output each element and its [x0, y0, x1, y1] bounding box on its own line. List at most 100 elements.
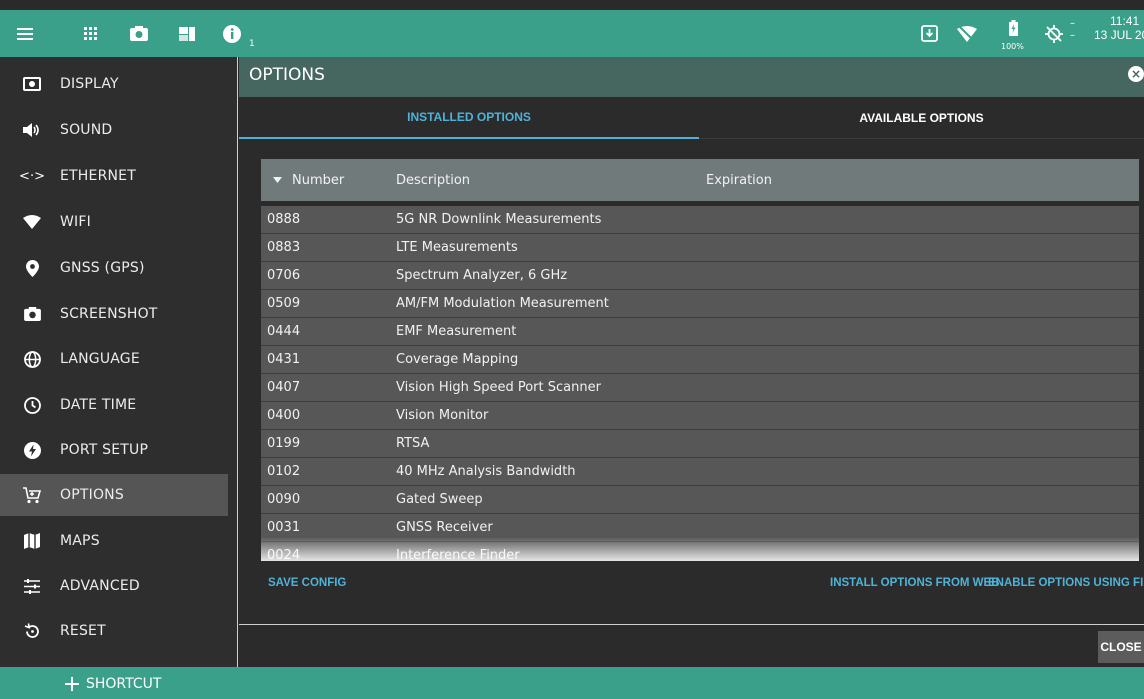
clock-icon [22, 395, 42, 415]
option-number: 0024 [267, 548, 301, 561]
status-bar: 1 100% – – 11:41 13 JUL 20 [0, 0, 1144, 57]
date-text: 13 JUL 20 [1094, 28, 1144, 42]
apps-grid-icon[interactable] [80, 10, 102, 57]
sidebar-item-language[interactable]: LANGUAGE [0, 338, 228, 380]
table-row[interactable]: 0431 Coverage Mapping [261, 346, 1139, 374]
table-row[interactable]: 0883 LTE Measurements [261, 234, 1139, 262]
ethernet-icon: <·> [19, 168, 45, 184]
bottom-bar [0, 667, 1144, 699]
settings-sidebar: DISPLAY SOUND <·> ETHERNET WIFI GNSS (GP… [0, 57, 238, 667]
wifi-icon [22, 212, 42, 232]
option-description: RTSA [396, 436, 430, 451]
option-number: 0431 [267, 352, 301, 367]
page-title: OPTIONS [249, 65, 325, 85]
battery-percent: 100% [1001, 42, 1024, 51]
table-body: 0888 5G NR Downlink Measurements 0883 LTE … [261, 206, 1139, 561]
layout-icon[interactable] [176, 10, 198, 57]
add-shortcut-button[interactable]: SHORTCUT [64, 671, 161, 697]
option-description: Interference Finder [396, 548, 520, 561]
sidebar-item-label: RESET [60, 623, 106, 639]
wifi-off-icon [955, 10, 979, 57]
sidebar-item-label: GNSS (GPS) [60, 260, 145, 276]
option-description: 40 MHz Analysis Bandwidth [396, 464, 576, 479]
table-row[interactable]: 0706 Spectrum Analyzer, 6 GHz [261, 262, 1139, 290]
option-description: AM/FM Modulation Measurement [396, 296, 609, 311]
menu-icon[interactable] [14, 10, 36, 57]
sidebar-item-gnss[interactable]: GNSS (GPS) [0, 247, 228, 289]
save-config-link[interactable]: SAVE CONFIG [268, 577, 346, 589]
option-number: 0888 [267, 212, 301, 227]
tab-available-options[interactable]: AVAILABLE OPTIONS [699, 97, 1144, 139]
column-header-label: Number [292, 172, 345, 188]
gps-status-dashes: – – [1070, 18, 1075, 41]
sidebar-item-advanced[interactable]: ADVANCED [0, 565, 228, 607]
close-button[interactable]: CLOSE [1098, 631, 1144, 663]
speaker-icon [22, 120, 42, 140]
location-pin-icon [22, 258, 42, 278]
column-header-number[interactable]: Number [273, 159, 344, 201]
download-icon[interactable] [918, 10, 940, 57]
option-number: 0102 [267, 464, 301, 479]
sidebar-item-sound[interactable]: SOUND [0, 109, 228, 151]
plus-icon [64, 676, 80, 692]
close-icon[interactable]: × [1128, 66, 1144, 82]
sidebar-item-label: DATE TIME [60, 397, 137, 413]
time-text: 11:41 [1110, 14, 1140, 28]
table-row[interactable]: 0024 Interference Finder [261, 542, 1139, 561]
bolt-icon [22, 440, 42, 460]
option-description: 5G NR Downlink Measurements [396, 212, 602, 227]
sidebar-item-label: DISPLAY [60, 76, 119, 92]
table-row[interactable]: 0031 GNSS Receiver [261, 514, 1139, 542]
enable-options-using-file-link[interactable]: ENABLE OPTIONS USING FILE [988, 577, 1144, 589]
option-description: Vision Monitor [396, 408, 489, 423]
sidebar-item-display[interactable]: DISPLAY [0, 63, 228, 105]
option-description: EMF Measurement [396, 324, 517, 339]
notification-count: 1 [249, 39, 255, 49]
sidebar-item-options[interactable]: OPTIONS [0, 474, 228, 516]
option-description: Coverage Mapping [396, 352, 519, 367]
panel-divider [239, 624, 1144, 625]
gps-off-icon [1043, 10, 1065, 57]
table-row[interactable]: 0400 Vision Monitor [261, 402, 1139, 430]
sidebar-item-screenshot[interactable]: SCREENSHOT [0, 293, 228, 335]
tab-installed-options[interactable]: INSTALLED OPTIONS [239, 97, 699, 139]
install-options-from-web-link[interactable]: INSTALL OPTIONS FROM WEB [830, 577, 1000, 589]
option-description: GNSS Receiver [396, 520, 493, 535]
panel-header: OPTIONS × [239, 57, 1144, 97]
option-description: Spectrum Analyzer, 6 GHz [396, 268, 568, 283]
table-row[interactable]: 0407 Vision High Speed Port Scanner [261, 374, 1139, 402]
table-row[interactable]: 0199 RTSA [261, 430, 1139, 458]
column-header-expiration[interactable]: Expiration [706, 159, 772, 201]
option-description: Vision High Speed Port Scanner [396, 380, 601, 395]
sidebar-item-port-setup[interactable]: PORT SETUP [0, 429, 228, 471]
sidebar-item-label: MAPS [60, 533, 100, 549]
app-root: 1 100% – – 11:41 13 JUL 20 DISPLAY SOUND [0, 0, 1144, 699]
sidebar-item-label: OPTIONS [60, 487, 124, 503]
column-header-description[interactable]: Description [396, 159, 470, 201]
option-number: 0400 [267, 408, 301, 423]
table-row[interactable]: 0090 Gated Sweep [261, 486, 1139, 514]
table-row[interactable]: 0888 5G NR Downlink Measurements [261, 206, 1139, 234]
shortcut-label: SHORTCUT [86, 676, 162, 692]
camera-icon[interactable] [127, 10, 151, 57]
option-number: 0090 [267, 492, 301, 507]
sidebar-item-label: WIFI [60, 214, 91, 230]
sidebar-item-date-time[interactable]: DATE TIME [0, 384, 228, 426]
info-icon[interactable] [222, 10, 242, 57]
sliders-icon [22, 576, 42, 596]
reset-icon [22, 621, 42, 641]
sidebar-item-maps[interactable]: MAPS [0, 520, 228, 562]
cart-icon [22, 485, 42, 505]
clock-readout: 11:41 13 JUL 20 [1094, 14, 1144, 42]
camera-icon [22, 304, 42, 324]
sidebar-item-reset[interactable]: RESET [0, 610, 228, 652]
table-row[interactable]: 0102 40 MHz Analysis Bandwidth [261, 458, 1139, 486]
option-number: 0706 [267, 268, 301, 283]
table-row[interactable]: 0444 EMF Measurement [261, 318, 1139, 346]
sort-down-icon [273, 177, 282, 183]
sidebar-item-wifi[interactable]: WIFI [0, 201, 228, 243]
table-row[interactable]: 0509 AM/FM Modulation Measurement [261, 290, 1139, 318]
sidebar-item-ethernet[interactable]: <·> ETHERNET [0, 155, 228, 197]
option-number: 0031 [267, 520, 301, 535]
options-table: Number Description Expiration 0888 5G NR … [261, 159, 1139, 561]
